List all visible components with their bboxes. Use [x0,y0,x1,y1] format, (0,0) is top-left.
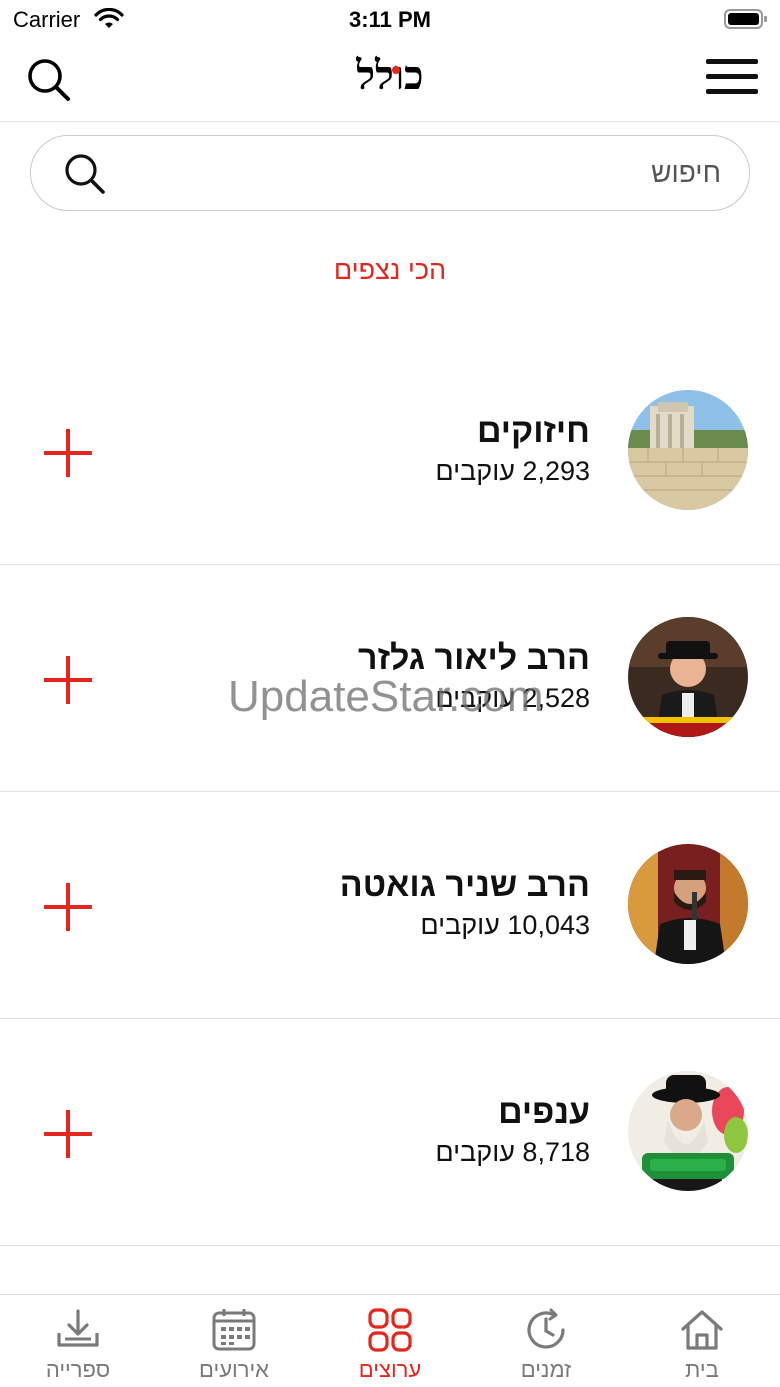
tab-label: ספרייה [45,1357,111,1382]
channel-list: חיזוקים 2,293 עוקבים הרב ליאור גלזר 2,52… [0,338,780,1246]
tab-label: ערוצים [358,1357,422,1382]
channel-avatar [628,617,748,737]
status-bar: Carrier 3:11 PM [0,0,780,40]
watermark-text: UpdateStar.com [228,672,544,721]
follower-count: 2,293 עוקבים [435,456,590,486]
channel-name: הרב שניר גואטה [339,866,590,904]
search-input[interactable] [161,150,721,196]
channels-icon [368,1308,412,1352]
channel-avatar [628,844,748,964]
list-item[interactable]: הרב שניר גואטה 10,043 עוקבים [0,792,780,1019]
logo-text: כולל [356,52,424,99]
plus-icon[interactable] [40,652,96,708]
list-item[interactable]: ענפים 8,718 עוקבים [0,1019,780,1246]
section-title: הכי נצפים [333,255,447,285]
tab-label: זמנים [520,1357,572,1382]
menu-icon[interactable] [706,59,758,99]
clock-icon [527,1308,565,1349]
plus-icon[interactable] [40,425,96,481]
home-icon [681,1310,723,1350]
logo-dot [392,66,400,74]
channel-name: חיזוקים [476,412,590,450]
app-logo: כולל [0,52,780,99]
status-time: 3:11 PM [349,7,431,32]
tab-library[interactable]: ספרייה [0,1295,156,1387]
channel-avatar [628,1071,748,1191]
tab-bar: ספרייה אירועים ערוצים זמנים בית [0,1294,780,1387]
calendar-icon [212,1309,256,1351]
follower-count: 10,043 עוקבים [420,910,590,940]
channel-name: ענפים [498,1093,590,1131]
tab-home[interactable]: בית [624,1295,780,1387]
tab-times[interactable]: זמנים [468,1295,624,1387]
search-bar[interactable] [30,135,750,211]
list-item[interactable]: חיזוקים 2,293 עוקבים [0,338,780,565]
app-header: כולל [0,40,780,122]
tab-label: אירועים [199,1357,269,1382]
battery-icon [724,9,767,29]
tab-channels[interactable]: ערוצים [312,1295,468,1387]
channel-avatar [628,390,748,510]
search-icon[interactable] [63,152,107,196]
plus-icon[interactable] [40,1106,96,1162]
plus-icon[interactable] [40,879,96,935]
download-icon [57,1309,99,1347]
follower-count: 8,718 עוקבים [435,1137,590,1167]
tab-label: בית [685,1357,719,1382]
app-screen: Carrier 3:11 PM כולל חיפוש הכי נצפים חיז… [0,0,780,1387]
tab-events[interactable]: אירועים [156,1295,312,1387]
